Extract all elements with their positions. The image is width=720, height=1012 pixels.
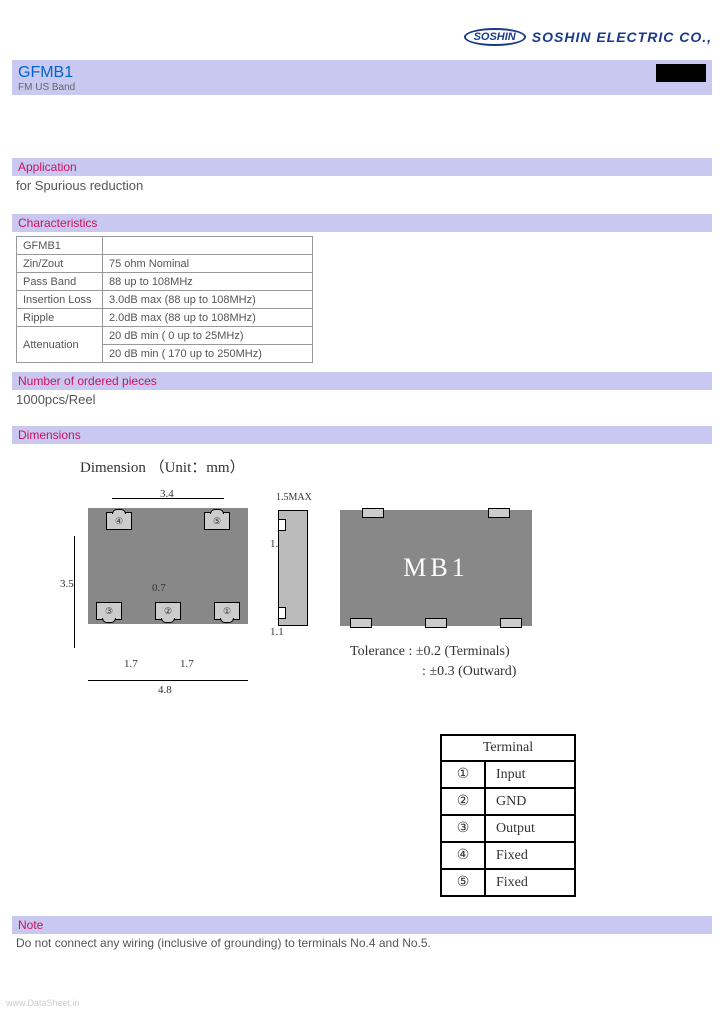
- dim-1-1b: 1.1: [270, 626, 284, 638]
- table-row: ⑤Fixed: [441, 869, 575, 896]
- dim-1-7b: 1.7: [180, 658, 194, 670]
- table-row: Terminal: [441, 735, 575, 761]
- table-row: ②GND: [441, 788, 575, 815]
- pad-1: ①: [214, 602, 240, 620]
- company-name: SOSHIN ELECTRIC CO.,: [532, 29, 712, 45]
- pad-icon: [488, 508, 510, 518]
- logo-oval: SOSHIN: [464, 28, 526, 46]
- char-part: GFMB1: [17, 237, 103, 255]
- pad-2: ②: [155, 602, 181, 620]
- table-row: Attenuation20 dB min ( 0 up to 25MHz): [17, 327, 313, 345]
- table-row: GFMB1: [17, 237, 313, 255]
- part-number: GFMB1: [18, 64, 75, 82]
- ordered-text: 1000pcs/Reel: [16, 392, 96, 407]
- pad-4: ④: [106, 512, 132, 530]
- title-bar: GFMB1 FM US Band: [12, 60, 712, 95]
- title-left: GFMB1 FM US Band: [18, 64, 75, 93]
- note-text: Do not connect any wiring (inclusive of …: [16, 936, 431, 950]
- dimension-diagram: 3.4 3.5 ④ ⑤ ③ ② ① 1.1 1.1 0.7 1.7 1.7 4.…: [70, 484, 650, 674]
- table-row: Zin/Zout75 ohm Nominal: [17, 255, 313, 273]
- characteristics-table: GFMB1 Zin/Zout75 ohm Nominal Pass Band88…: [16, 236, 313, 363]
- table-row: Ripple2.0dB max (88 up to 108MHz): [17, 309, 313, 327]
- pad-icon: [425, 618, 447, 628]
- label-view: MB1: [340, 510, 532, 626]
- side-view: [278, 510, 308, 626]
- application-text: for Spurious reduction: [16, 178, 143, 193]
- header-logo: SOSHIN SOSHIN ELECTRIC CO.,: [464, 28, 712, 46]
- tolerance-text: Tolerance : ±0.2 (Terminals) : ±0.3 (Out…: [350, 642, 516, 681]
- dim-4-8: 4.8: [158, 684, 172, 696]
- dim-0-7: 0.7: [152, 582, 166, 594]
- part-description: FM US Band: [18, 82, 75, 93]
- dim-3-5: 3.5: [60, 578, 74, 590]
- section-heading-characteristics: Characteristics: [12, 214, 712, 232]
- chip-marking: MB1: [403, 553, 468, 583]
- table-row: ④Fixed: [441, 842, 575, 869]
- table-row: ①Input: [441, 761, 575, 788]
- black-box-icon: [656, 64, 706, 82]
- notch-icon: [278, 607, 286, 619]
- pad-icon: [362, 508, 384, 518]
- dimension-title: Dimension （Unit：mm）: [80, 456, 245, 477]
- pad-icon: [350, 618, 372, 628]
- section-heading-application: Application: [12, 158, 712, 176]
- chip-body: ④ ⑤ ③ ② ①: [88, 508, 248, 624]
- section-heading-ordered: Number of ordered pieces: [12, 372, 712, 390]
- pad-5: ⑤: [204, 512, 230, 530]
- table-row: Insertion Loss3.0dB max (88 up to 108MHz…: [17, 291, 313, 309]
- dim-1-5max: 1.5MAX: [276, 492, 312, 503]
- table-row: Pass Band88 up to 108MHz: [17, 273, 313, 291]
- watermark: www.DataSheet.in: [6, 998, 80, 1008]
- pad-3: ③: [96, 602, 122, 620]
- top-view: 3.4 3.5 ④ ⑤ ③ ② ① 1.1 1.1 0.7 1.7 1.7 4.…: [88, 508, 248, 624]
- terminal-heading: Terminal: [441, 735, 575, 761]
- tolerance-line2: : ±0.3 (Outward): [350, 662, 516, 682]
- section-heading-dimensions: Dimensions: [12, 426, 712, 444]
- dim-arrow-icon: [88, 680, 248, 681]
- pad-icon: [500, 618, 522, 628]
- notch-icon: [278, 519, 286, 531]
- table-row: ③Output: [441, 815, 575, 842]
- section-heading-note: Note: [12, 916, 712, 934]
- terminal-table: Terminal ①Input ②GND ③Output ④Fixed ⑤Fix…: [440, 734, 576, 897]
- dim-1-7a: 1.7: [124, 658, 138, 670]
- dim-arrow-icon: [74, 536, 75, 648]
- tolerance-line1: Tolerance : ±0.2 (Terminals): [350, 642, 516, 662]
- dim-3-4: 3.4: [160, 488, 174, 500]
